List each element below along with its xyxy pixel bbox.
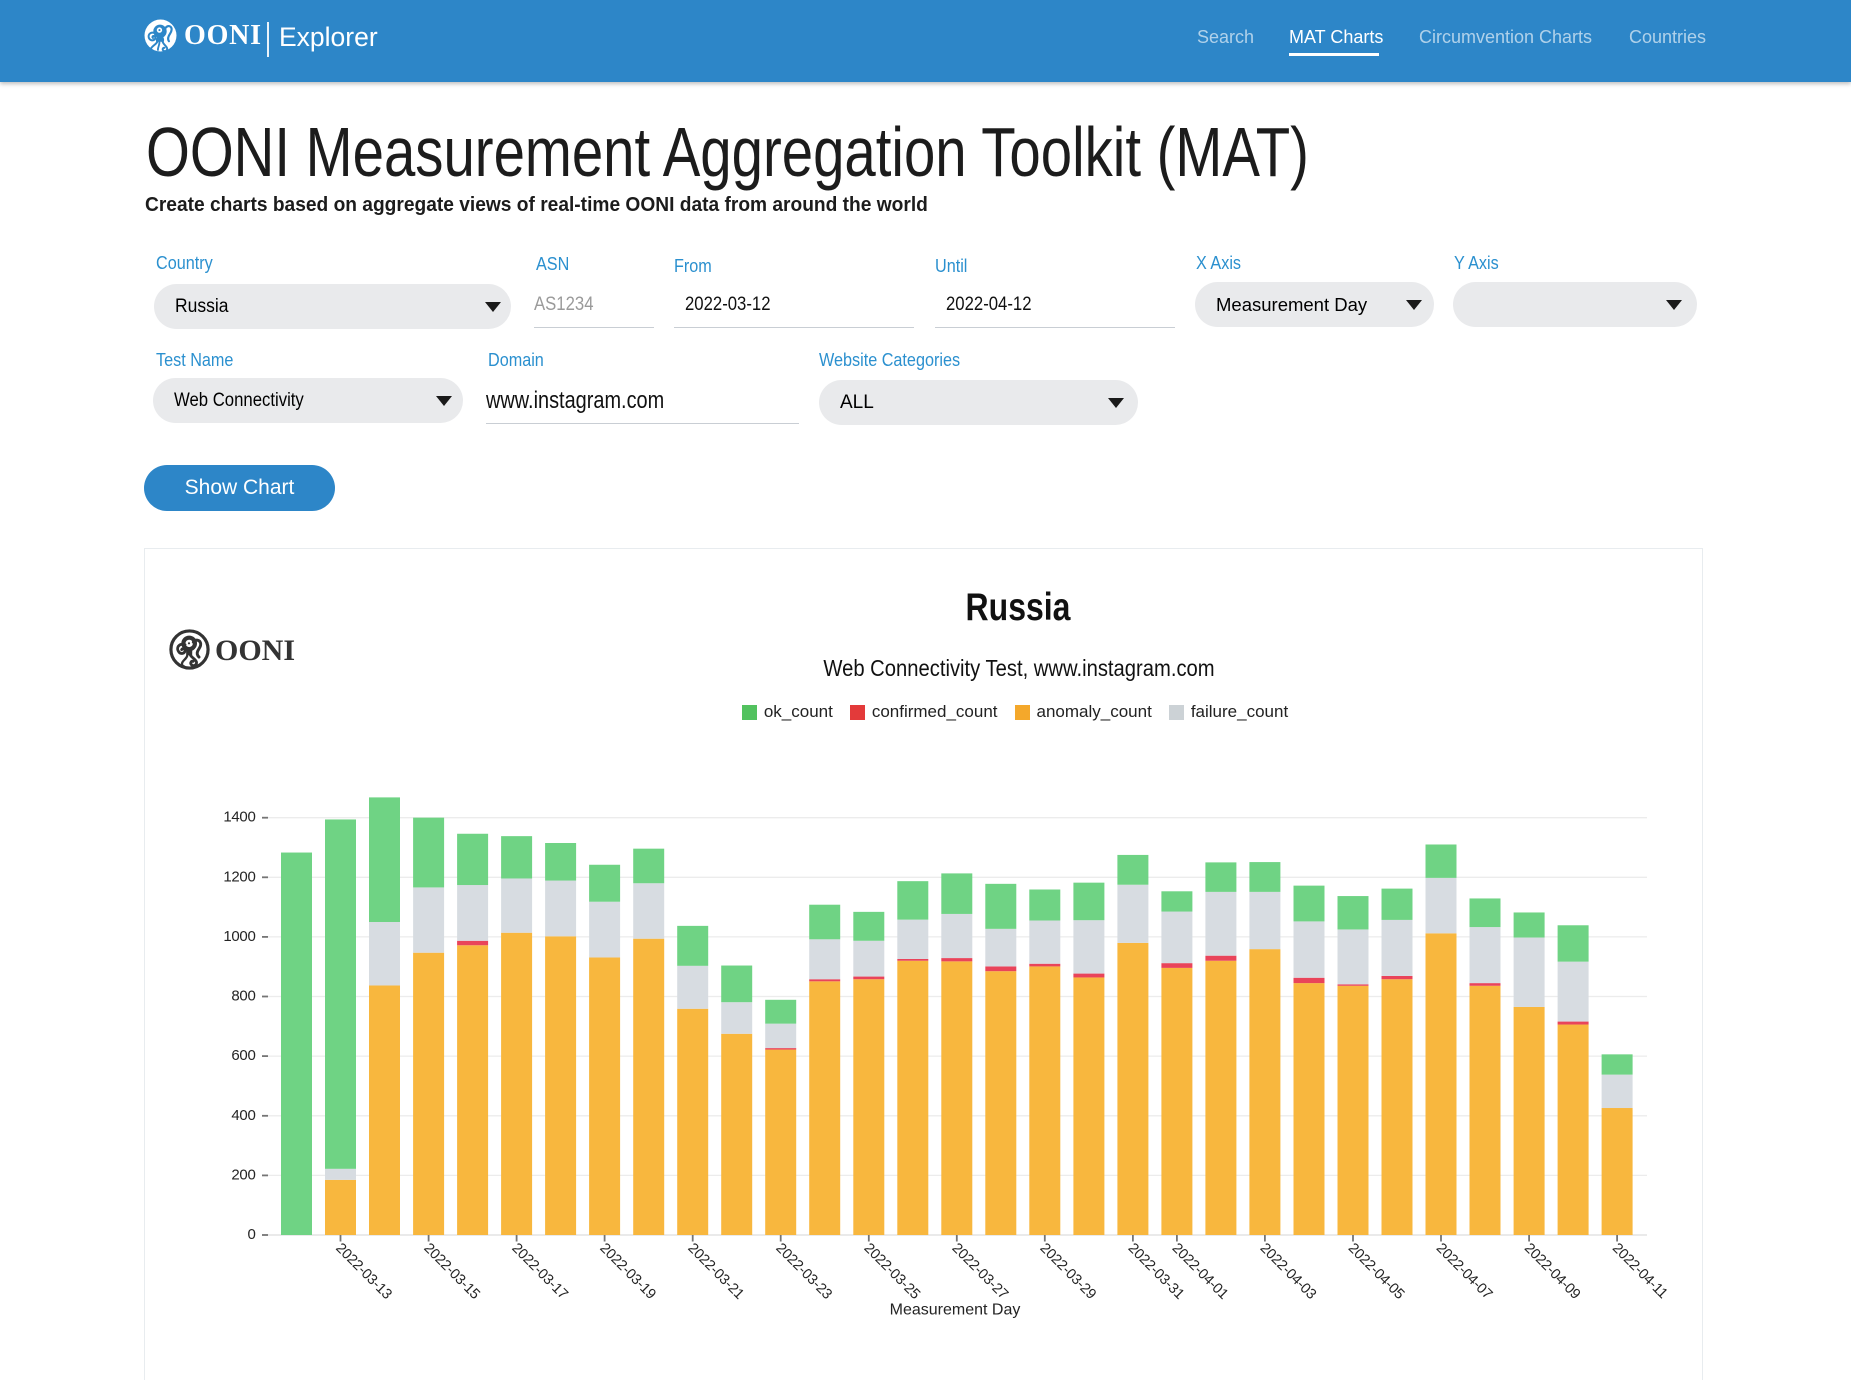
svg-text:1200: 1200	[223, 868, 255, 885]
svg-text:2022-03-23: 2022-03-23	[772, 1240, 834, 1302]
svg-text:1000: 1000	[223, 928, 255, 945]
svg-text:2022-04-03: 2022-04-03	[1257, 1240, 1319, 1302]
svg-text:2022-03-25: 2022-03-25	[861, 1240, 923, 1302]
svg-text:2022-03-29: 2022-03-29	[1037, 1240, 1099, 1302]
svg-text:2022-04-09: 2022-04-09	[1521, 1240, 1583, 1302]
svg-text:600: 600	[231, 1047, 255, 1064]
svg-text:2022-04-05: 2022-04-05	[1345, 1240, 1407, 1302]
svg-text:1400: 1400	[223, 809, 255, 826]
svg-text:0: 0	[247, 1226, 255, 1243]
svg-text:2022-03-13: 2022-03-13	[332, 1240, 394, 1302]
svg-text:2022-03-15: 2022-03-15	[420, 1240, 482, 1302]
svg-text:2022-03-17: 2022-03-17	[508, 1240, 570, 1302]
svg-text:200: 200	[231, 1166, 255, 1183]
svg-text:Measurement Day: Measurement Day	[890, 1302, 1021, 1319]
svg-text:2022-03-19: 2022-03-19	[596, 1240, 658, 1302]
svg-text:800: 800	[231, 988, 255, 1005]
svg-text:400: 400	[231, 1107, 255, 1124]
svg-text:2022-04-11: 2022-04-11	[1609, 1240, 1671, 1302]
svg-text:2022-03-27: 2022-03-27	[949, 1240, 1011, 1302]
svg-text:2022-04-07: 2022-04-07	[1433, 1240, 1495, 1302]
svg-text:2022-03-21: 2022-03-21	[684, 1240, 746, 1302]
